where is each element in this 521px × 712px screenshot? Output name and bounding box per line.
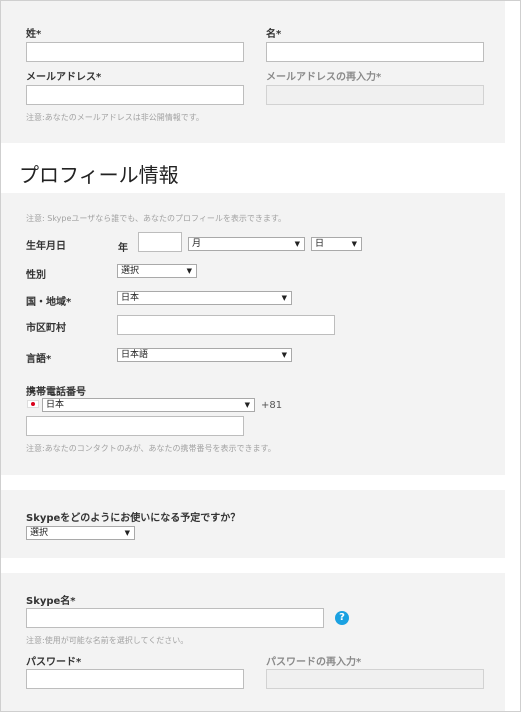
password-input[interactable] bbox=[26, 669, 244, 689]
dropdown-arrow-icon: ▼ bbox=[124, 529, 130, 537]
profile-note: 注意: Skypeユーザなら誰でも、あなたのプロフィールを表示できます。 bbox=[26, 214, 287, 223]
help-icon[interactable]: ? bbox=[335, 611, 349, 625]
password-label: パスワード* bbox=[26, 657, 82, 668]
country-label: 国・地域* bbox=[26, 297, 72, 308]
email-label: メールアドレス* bbox=[26, 72, 102, 83]
email-input[interactable] bbox=[26, 85, 244, 105]
usage-value: 選択 bbox=[30, 528, 49, 538]
mobile-country-select[interactable]: 日本 ▼ bbox=[42, 398, 255, 412]
first-name-label: 名* bbox=[266, 29, 282, 40]
dropdown-arrow-icon: ▼ bbox=[281, 351, 287, 359]
email-confirm-input bbox=[266, 85, 484, 105]
dropdown-arrow-icon: ▼ bbox=[186, 267, 192, 275]
usage-section bbox=[1, 490, 505, 558]
skype-name-note: 注意:使用が可能な名前を選択してください。 bbox=[26, 636, 189, 645]
language-select[interactable]: 日本語 ▼ bbox=[117, 348, 292, 362]
dropdown-arrow-icon: ▼ bbox=[281, 294, 287, 302]
mobile-number-input[interactable] bbox=[26, 416, 244, 436]
gender-select[interactable]: 選択 ▼ bbox=[117, 264, 197, 278]
country-code: +81 bbox=[261, 400, 283, 411]
mobile-country-value: 日本 bbox=[46, 400, 65, 410]
password-confirm-label: パスワードの再入力* bbox=[266, 657, 362, 668]
city-label: 市区町村 bbox=[26, 323, 66, 334]
skype-name-label: Skype名* bbox=[26, 596, 76, 607]
birth-month-value: 月 bbox=[192, 239, 202, 249]
dropdown-arrow-icon: ▼ bbox=[351, 240, 357, 248]
gender-label: 性別 bbox=[26, 270, 46, 281]
country-select[interactable]: 日本 ▼ bbox=[117, 291, 292, 305]
city-input[interactable] bbox=[117, 315, 335, 335]
year-label: 年 bbox=[118, 243, 128, 254]
registration-form: 姓* 名* メールアドレス* メールアドレスの再入力* 注意:あなたのメールアド… bbox=[0, 0, 521, 712]
skype-name-input[interactable] bbox=[26, 608, 324, 628]
first-name-input[interactable] bbox=[266, 42, 484, 62]
birth-month-select[interactable]: 月 ▼ bbox=[188, 237, 305, 251]
language-label: 言語* bbox=[26, 354, 52, 365]
birthdate-label: 生年月日 bbox=[26, 241, 66, 252]
language-value: 日本語 bbox=[121, 350, 149, 360]
last-name-label: 姓* bbox=[26, 29, 42, 40]
japan-flag-icon bbox=[27, 400, 39, 408]
birth-day-select[interactable]: 日 ▼ bbox=[311, 237, 362, 251]
password-confirm-input bbox=[266, 669, 484, 689]
profile-heading: プロフィール情報 bbox=[19, 163, 179, 187]
country-value: 日本 bbox=[121, 293, 140, 303]
mobile-note: 注意:あなたのコンタクトのみが、あなたの携帯番号を表示できます。 bbox=[26, 444, 276, 453]
email-confirm-label: メールアドレスの再入力* bbox=[266, 72, 382, 83]
last-name-input[interactable] bbox=[26, 42, 244, 62]
birth-year-input[interactable] bbox=[138, 232, 182, 252]
dropdown-arrow-icon: ▼ bbox=[244, 401, 250, 409]
usage-select[interactable]: 選択 ▼ bbox=[26, 526, 135, 540]
usage-question: Skypeをどのようにお使いになる予定ですか？ bbox=[26, 513, 241, 524]
birth-day-value: 日 bbox=[315, 239, 325, 249]
mobile-label: 携帯電話番号 bbox=[26, 387, 86, 398]
email-note: 注意:あなたのメールアドレスは非公開情報です。 bbox=[26, 113, 204, 122]
gender-value: 選択 bbox=[121, 266, 140, 276]
dropdown-arrow-icon: ▼ bbox=[294, 240, 300, 248]
